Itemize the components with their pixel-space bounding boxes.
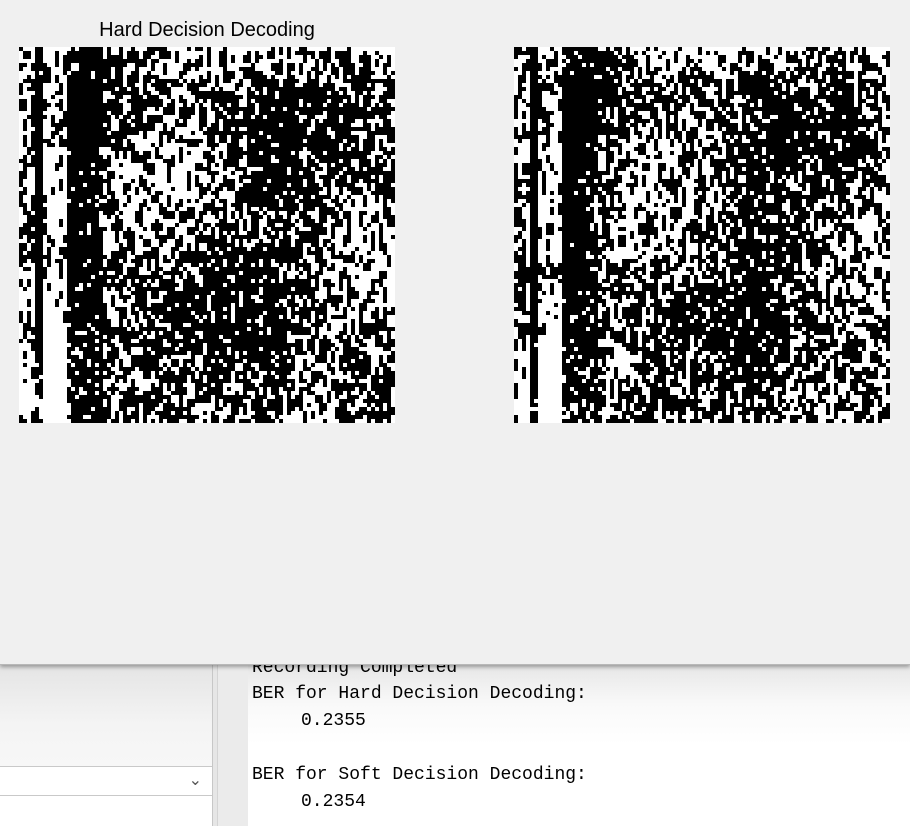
workspace-list: [0, 796, 212, 826]
console-line-ber-soft-value: 0.2354: [301, 792, 366, 812]
console-line-ber-hard-label: BER for Hard Decision Decoding:: [252, 684, 587, 704]
console-gutter: [218, 664, 248, 826]
console-line-ber-hard-value: 0.2355: [301, 711, 366, 731]
chevron-down-icon[interactable]: ⌄: [189, 770, 202, 789]
console-line-recording: Recording Completed: [252, 664, 458, 678]
hard-decision-image: [19, 47, 395, 423]
soft-decision-image: [514, 47, 890, 423]
figure-window: Hard Decision Decoding: [0, 0, 910, 665]
workspace-dropdown[interactable]: ⌄: [0, 766, 212, 796]
command-window[interactable]: Recording Completed BER for Hard Decisio…: [248, 664, 910, 826]
console-line-ber-soft-label: BER for Soft Decision Decoding:: [252, 765, 587, 785]
axes-title-hard-decision: Hard Decision Decoding: [99, 19, 315, 41]
